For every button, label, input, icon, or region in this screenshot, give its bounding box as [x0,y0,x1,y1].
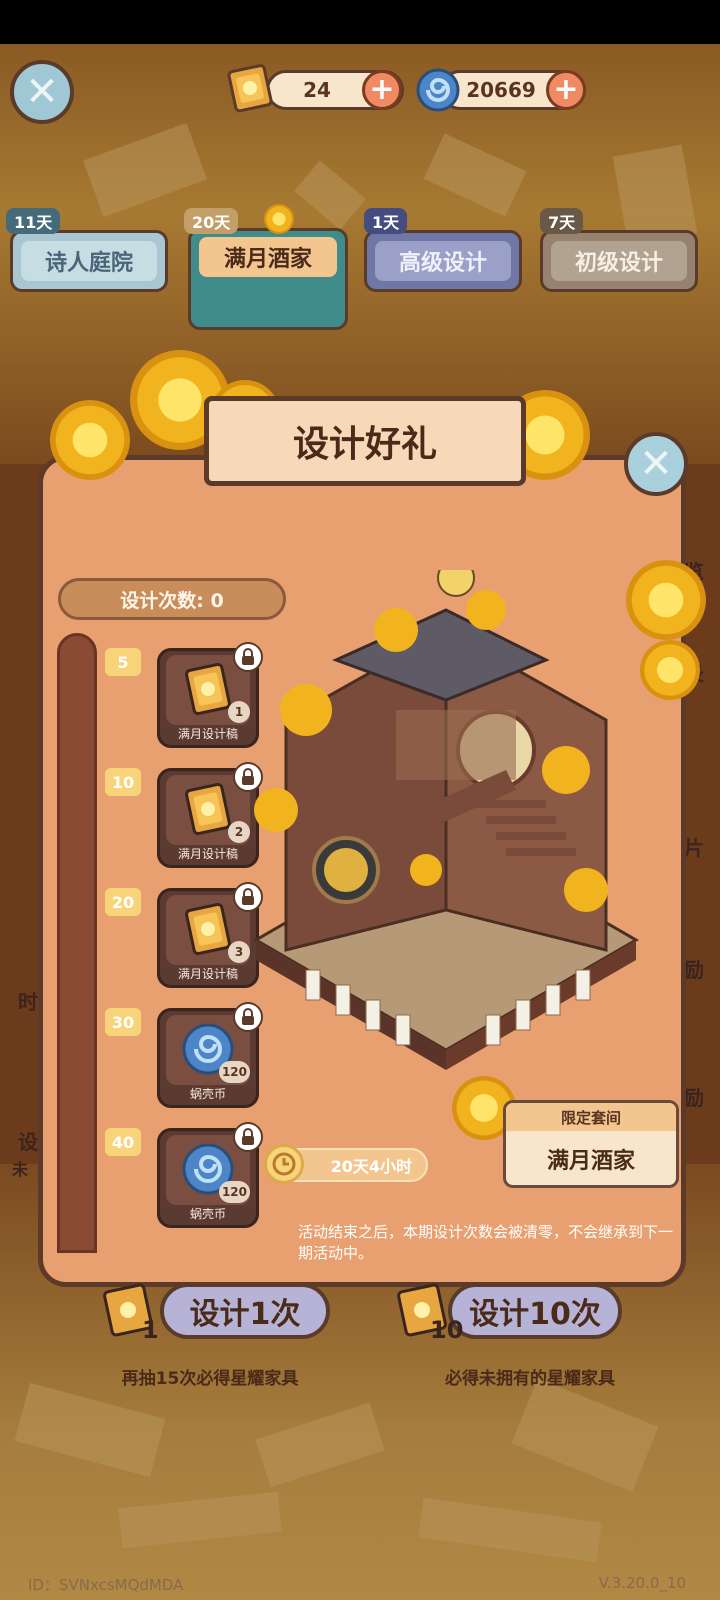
milestone-label: 10 [105,768,141,796]
close-icon: ✕ [639,441,673,487]
design-once-button[interactable]: 设计1次 [160,1283,330,1339]
limited-suite-name: 满月酒家 [546,1149,635,1174]
tab-days-badge: 1天 [364,208,408,234]
decor-flower [640,640,700,700]
design-ten-cost: 10 [430,1316,464,1344]
event-notice: 活动结束之后，本期设计次数会被清零，不会继承到下一期活动中。 [298,1223,674,1262]
limited-suite: 限定套间 满月酒家 [503,1100,679,1188]
tab-label: 初级设计 [550,241,688,281]
decor-flower [50,400,130,480]
tab-days-badge: 11天 [6,208,61,234]
panel-close-button[interactable]: ✕ [624,432,688,496]
design-ten-label: 设计10次 [469,1297,601,1332]
plus-icon: + [553,72,579,107]
tab-label: 满月酒家 [198,237,338,277]
snail-shell-coin-icon [416,68,460,112]
milestone-label: 30 [105,1008,141,1036]
side-label: 励 [684,1086,704,1110]
side-label: 时 [18,990,38,1014]
side-label: 励 [684,958,704,982]
side-label: 片 [684,836,704,860]
add-shells-button[interactable]: + [546,70,586,110]
clock-icon [264,1144,304,1184]
reward-row: 5 1 满月设计稿 [105,642,265,752]
milestone-label: 40 [105,1128,141,1156]
reward-name: 满月设计稿 [177,966,238,981]
design-once-hint: 再抽15次必得星耀家具 [121,1369,299,1389]
reward-qty: 120 [218,1181,250,1203]
close-button[interactable]: ✕ [10,60,74,124]
reward-name: 满月设计稿 [177,726,238,741]
shell-count: 20669 [466,78,536,102]
tab-days-badge: 20天 [184,208,239,234]
progress-track [57,633,97,1253]
design-ten-hint: 必得未拥有的星耀家具 [445,1369,615,1389]
reward-row: 20 3 满月设计稿 [105,882,265,992]
milestone-label: 20 [105,888,141,916]
tab-poet-courtyard[interactable]: 诗人庭院 [10,230,168,292]
full-moon-tavern-room-illustration [253,570,639,1070]
tab-label: 诗人庭院 [20,241,158,281]
reward-row: 40 120 蜗壳币 [105,1122,265,1232]
milestone-label: 5 [105,648,141,676]
side-label: 未 [12,1160,29,1179]
plus-icon: + [369,72,395,107]
reward-name: 满月设计稿 [177,846,238,861]
reward-row: 30 120 蜗壳币 [105,1002,265,1112]
add-tickets-button[interactable]: + [362,70,402,110]
design-once-cost: 1 [142,1316,159,1344]
status-bar [0,0,720,44]
reward-name: 蜗壳币 [189,1086,226,1101]
design-once-label: 设计1次 [189,1297,301,1332]
reward-name: 蜗壳币 [189,1206,226,1221]
panel-title: 设计好礼 [204,396,526,486]
player-id: ID：SVNxcsMQdMDA [28,1576,184,1594]
tab-label: 高级设计 [374,241,512,281]
decor-flower [264,204,294,234]
limited-suite-label: 限定套间 [506,1103,676,1131]
tab-basic-design[interactable]: 初级设计 [540,230,698,292]
design-ten-button[interactable]: 设计10次 [448,1283,622,1339]
side-label: 设 [18,1130,38,1154]
lock-icon [233,1122,263,1152]
app-version: V.3.20.0_10 [598,1574,686,1592]
ticket-count: 24 [303,78,331,102]
reward-row: 10 2 满月设计稿 [105,762,265,872]
tab-advanced-design[interactable]: 高级设计 [364,230,522,292]
scroll-ticket-icon [227,64,273,113]
close-icon: ✕ [25,69,59,115]
tab-full-moon-tavern[interactable]: 满月酒家 [188,228,348,330]
tab-days-badge: 7天 [540,208,584,234]
